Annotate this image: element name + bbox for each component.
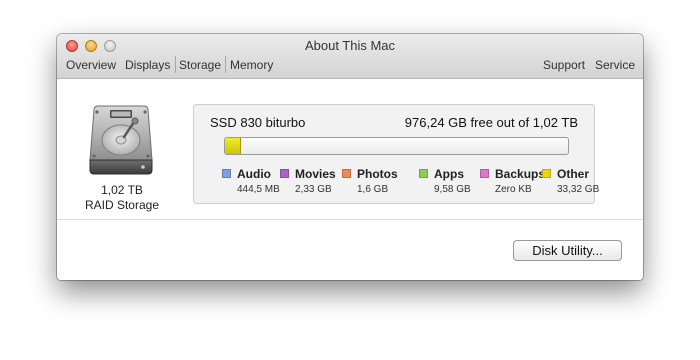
legend-value: Zero KB — [495, 184, 532, 195]
tab-memory[interactable]: Memory — [230, 58, 273, 72]
about-this-mac-window: About This Mac Overview Displays Storage… — [57, 34, 643, 280]
legend-label: Audio — [237, 167, 271, 181]
tab-service[interactable]: Service — [595, 58, 635, 72]
free-space-text: 976,24 GB free out of 1,02 TB — [404, 115, 578, 130]
legend-label: Apps — [434, 167, 464, 181]
storage-panel: SSD 830 biturbo 976,24 GB free out of 1,… — [193, 104, 599, 204]
disk-type-label: RAID Storage — [84, 198, 160, 212]
storage-usage-bar — [224, 137, 569, 155]
legend-value: 2,33 GB — [295, 184, 332, 195]
tab-divider — [225, 56, 226, 73]
legend-label: Movies — [295, 167, 336, 181]
legend-value: 33,32 GB — [557, 184, 600, 195]
disk-utility-button[interactable]: Disk Utility... — [513, 240, 622, 261]
storage-pane: 1,02 TB RAID Storage SSD 830 biturbo 976… — [57, 79, 643, 280]
legend-swatch — [342, 169, 351, 178]
legend-label: Other — [557, 167, 590, 181]
disk-size-label: 1,02 TB — [101, 183, 143, 197]
legend-label: Photos — [357, 167, 398, 181]
hard-drive-icon — [88, 104, 154, 181]
tab-divider — [175, 56, 176, 73]
legend-swatch — [480, 169, 489, 178]
legend-swatch — [222, 169, 231, 178]
tab-support[interactable]: Support — [543, 58, 585, 72]
legend-value: 1,6 GB — [357, 184, 389, 195]
legend-swatch — [419, 169, 428, 178]
window-title: About This Mac — [304, 38, 396, 53]
disk-name: SSD 830 biturbo — [210, 115, 306, 130]
legend-swatch — [542, 169, 551, 178]
section-divider — [57, 219, 643, 220]
window-toolbar: About This Mac Overview Displays Storage… — [57, 34, 643, 79]
tab-storage[interactable]: Storage — [179, 58, 221, 72]
tab-overview[interactable]: Overview — [66, 58, 116, 72]
legend-label: Backups — [495, 167, 546, 181]
legend-value: 9,58 GB — [434, 184, 471, 195]
storage-usage-fill — [225, 138, 242, 154]
tab-displays[interactable]: Displays — [125, 58, 170, 72]
legend-swatch — [280, 169, 289, 178]
legend-value: 444,5 MB — [237, 184, 280, 195]
